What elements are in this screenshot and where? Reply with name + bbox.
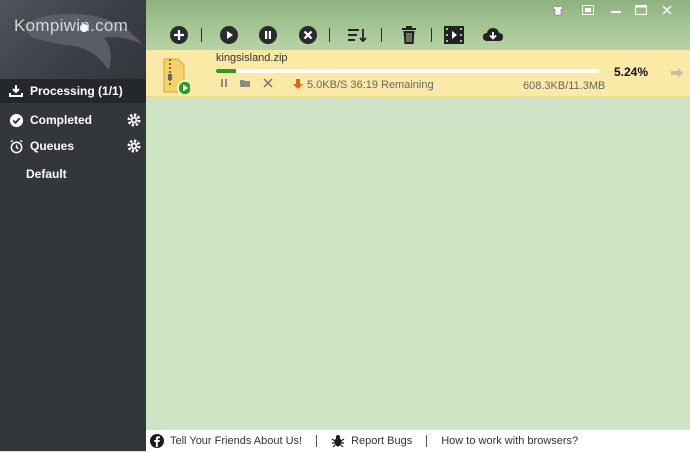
sidebar-item-processing[interactable]: Processing (1/1) <box>0 79 146 103</box>
watermark-text: Kompiwin.com <box>14 16 129 35</box>
download-icon <box>8 83 24 99</box>
row-cancel-button[interactable] <box>263 78 273 91</box>
report-bugs-link[interactable]: Report Bugs <box>331 434 412 448</box>
report-bugs-text: Report Bugs <box>351 435 413 447</box>
row-more-icon[interactable] <box>670 66 684 84</box>
toolbar-divider <box>329 28 330 42</box>
toolbar <box>146 0 690 50</box>
pause-icon <box>221 79 227 87</box>
sort-icon <box>348 29 367 43</box>
download-filename: kingsisland.zip <box>216 52 288 64</box>
sidebar-item-label: Queues <box>30 139 75 153</box>
delete-button[interactable] <box>398 24 420 46</box>
stop-icon <box>299 26 317 44</box>
pause-icon <box>259 26 277 44</box>
eagle-logo-icon <box>24 13 142 70</box>
sidebar-item-queues[interactable]: Queues <box>0 134 146 158</box>
completed-settings-gear-icon[interactable] <box>126 112 142 131</box>
download-progress-bar <box>216 69 599 73</box>
app-logo: Kompiwin.com <box>0 0 146 80</box>
share-link-text: Tell Your Friends About Us! <box>170 435 303 447</box>
download-row[interactable]: kingsisland.zip 5.24% 5.0KB/S 36:19 Rema… <box>146 50 690 97</box>
trash-icon <box>402 26 416 44</box>
add-icon <box>170 26 188 44</box>
browser-help-link[interactable]: How to work with browsers? <box>441 435 578 447</box>
sidebar-item-label: Default <box>26 167 67 181</box>
close-button[interactable] <box>659 4 675 16</box>
download-speed-status: 5.0KB/S 36:19 Remaining <box>292 78 434 91</box>
cloud-download-icon <box>483 28 503 41</box>
alarm-clock-icon <box>8 138 24 154</box>
check-circle-icon <box>8 112 24 128</box>
download-speed-text: 5.0KB/S 36:19 Remaining <box>307 79 434 91</box>
skin-button[interactable] <box>550 4 566 16</box>
maximize-button[interactable] <box>633 4 649 16</box>
status-divider <box>426 435 428 447</box>
stop-button[interactable] <box>297 24 319 46</box>
pause-button[interactable] <box>257 24 279 46</box>
toolbar-divider <box>431 28 432 42</box>
status-bar: Tell Your Friends About Us! Report Bugs … <box>146 429 690 452</box>
app-window: Kompiwin.com Processing (1/1) Completed … <box>0 0 690 452</box>
facebook-icon <box>150 434 164 448</box>
arrow-down-icon <box>293 79 303 89</box>
video-grabber-button[interactable] <box>443 24 465 46</box>
sidebar-item-label: Completed <box>30 113 93 127</box>
minimize-icon <box>611 11 621 13</box>
close-icon <box>662 5 672 15</box>
download-size: 608.3KB/11.3MB <box>523 80 606 92</box>
folder-icon <box>240 80 250 87</box>
sidebar-item-default-queue[interactable]: Default <box>0 162 146 186</box>
browser-help-text: How to work with browsers? <box>441 435 579 447</box>
cloud-download-button[interactable] <box>482 24 504 46</box>
row-pause-button[interactable] <box>219 78 229 91</box>
sidebar-item-label: Processing (1/1) <box>30 84 123 98</box>
resume-button[interactable] <box>218 24 240 46</box>
queues-settings-gear-icon[interactable] <box>126 138 142 157</box>
shirt-icon <box>552 5 564 15</box>
maximize-icon <box>635 5 647 15</box>
row-open-folder-button[interactable] <box>239 78 252 91</box>
sidebar: Kompiwin.com Processing (1/1) Completed … <box>0 0 146 451</box>
bug-icon <box>331 435 345 448</box>
download-progress-fill <box>216 69 237 73</box>
video-icon <box>444 26 464 44</box>
share-link[interactable]: Tell Your Friends About Us! <box>150 434 302 448</box>
compact-mode-button[interactable] <box>580 4 596 16</box>
add-download-button[interactable] <box>168 24 190 46</box>
toolbar-divider <box>201 28 202 42</box>
sort-button[interactable] <box>346 24 368 46</box>
download-percent: 5.24% <box>614 65 649 79</box>
close-icon <box>263 78 273 88</box>
toolbar-divider <box>381 28 382 42</box>
status-divider <box>316 435 318 447</box>
play-icon <box>220 26 238 44</box>
sidebar-item-completed[interactable]: Completed <box>0 108 146 132</box>
minimize-button[interactable] <box>608 4 624 16</box>
zip-file-icon <box>162 56 193 99</box>
compact-window-icon <box>582 5 594 15</box>
